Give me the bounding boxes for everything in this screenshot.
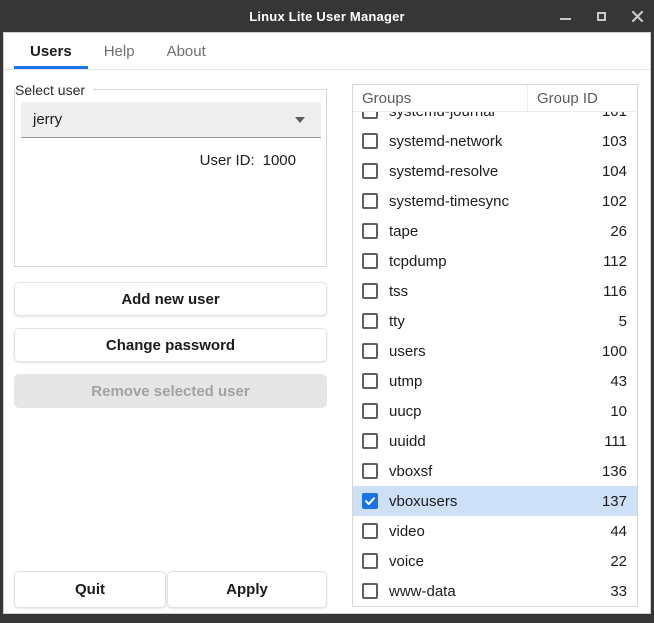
group-id: 22 <box>610 553 637 570</box>
table-row[interactable]: users100 <box>353 336 637 366</box>
select-user-label: Select user <box>15 81 93 99</box>
user-id-label: User ID: <box>200 152 255 169</box>
group-name: utmp <box>389 373 610 390</box>
tab-help[interactable]: Help <box>88 33 151 69</box>
remove-selected-user-button: Remove selected user <box>14 374 327 408</box>
chevron-down-icon <box>295 117 305 123</box>
group-name: tape <box>389 223 610 240</box>
tab-users[interactable]: Users <box>14 33 88 69</box>
group-name: www-data <box>389 583 610 600</box>
column-header-group-id[interactable]: Group ID <box>528 85 637 111</box>
group-name: systemd-journal <box>389 112 602 120</box>
checkbox-icon[interactable] <box>362 283 378 299</box>
group-id: 101 <box>602 112 637 120</box>
user-select-dropdown[interactable]: jerry <box>21 102 321 138</box>
group-name: users <box>389 343 602 360</box>
close-icon[interactable] <box>630 9 644 23</box>
window-content: Users Help About Select user jerry User … <box>3 32 651 614</box>
titlebar[interactable]: Linux Lite User Manager <box>0 0 654 32</box>
checkbox-icon[interactable] <box>362 463 378 479</box>
group-name: tss <box>389 283 603 300</box>
table-row[interactable]: vboxusers137 <box>353 486 637 516</box>
group-name: uucp <box>389 403 610 420</box>
group-id: 116 <box>603 283 637 300</box>
group-id: 102 <box>602 193 637 210</box>
group-id: 111 <box>604 433 637 450</box>
group-name: tty <box>389 313 619 330</box>
window-controls <box>558 0 644 32</box>
group-id: 137 <box>602 493 637 510</box>
checkbox-icon[interactable] <box>362 112 378 119</box>
group-id: 43 <box>610 373 637 390</box>
table-row[interactable]: vboxsf136 <box>353 456 637 486</box>
window-title: Linux Lite User Manager <box>0 0 654 32</box>
table-row[interactable]: www-data33 <box>353 576 637 606</box>
change-password-button[interactable]: Change password <box>14 328 327 362</box>
checkbox-icon[interactable] <box>362 373 378 389</box>
group-id: 104 <box>602 163 637 180</box>
user-id-row: User ID: 1000 <box>15 152 326 169</box>
checkbox-icon[interactable] <box>362 343 378 359</box>
groups-table-header: Groups Group ID <box>353 85 637 112</box>
checkbox-icon[interactable] <box>362 403 378 419</box>
table-row[interactable]: uucp10 <box>353 396 637 426</box>
group-name: systemd-resolve <box>389 163 602 180</box>
group-name: vboxsf <box>389 463 602 480</box>
table-row[interactable]: utmp43 <box>353 366 637 396</box>
checkbox-icon[interactable] <box>362 553 378 569</box>
checkbox-icon[interactable] <box>362 313 378 329</box>
group-name: video <box>389 523 610 540</box>
select-user-groupbox: Select user jerry User ID:1000 <box>14 89 327 267</box>
group-name: systemd-timesync <box>389 193 602 210</box>
checkbox-icon[interactable] <box>362 433 378 449</box>
group-name: voice <box>389 553 610 570</box>
group-id: 44 <box>610 523 637 540</box>
checkbox-icon[interactable] <box>362 133 378 149</box>
user-id-value: 1000 <box>263 152 296 169</box>
group-id: 10 <box>610 403 637 420</box>
group-id: 26 <box>610 223 637 240</box>
group-id: 33 <box>610 583 637 600</box>
group-name: systemd-network <box>389 133 602 150</box>
maximize-icon[interactable] <box>594 9 608 23</box>
checkbox-icon[interactable] <box>362 583 378 599</box>
minimize-icon[interactable] <box>558 9 572 23</box>
group-id: 100 <box>602 343 637 360</box>
group-id: 5 <box>619 313 637 330</box>
checkbox-icon[interactable] <box>362 223 378 239</box>
checkbox-icon[interactable] <box>362 163 378 179</box>
table-row[interactable]: voice22 <box>353 546 637 576</box>
table-row[interactable]: systemd-journal101 <box>353 112 637 126</box>
group-id: 112 <box>603 253 637 270</box>
tab-bar: Users Help About <box>4 33 650 70</box>
table-row[interactable]: systemd-timesync102 <box>353 186 637 216</box>
group-id: 103 <box>602 133 637 150</box>
checkbox-icon[interactable] <box>362 253 378 269</box>
quit-button[interactable]: Quit <box>14 571 166 608</box>
table-row[interactable]: tape26 <box>353 216 637 246</box>
table-row[interactable]: uuidd111 <box>353 426 637 456</box>
groups-table-body[interactable]: systemd-journal101systemd-network103syst… <box>353 112 637 606</box>
add-new-user-button[interactable]: Add new user <box>14 282 327 316</box>
table-row[interactable]: video44 <box>353 516 637 546</box>
app-window: Linux Lite User Manager Users Help About… <box>0 0 654 623</box>
group-name: uuidd <box>389 433 604 450</box>
table-row[interactable]: tty5 <box>353 306 637 336</box>
table-row[interactable]: systemd-resolve104 <box>353 156 637 186</box>
checkbox-icon[interactable] <box>362 193 378 209</box>
apply-button[interactable]: Apply <box>167 571 327 608</box>
table-row[interactable]: systemd-network103 <box>353 126 637 156</box>
selected-user-value: jerry <box>33 111 295 128</box>
tab-about[interactable]: About <box>151 33 222 69</box>
table-row[interactable]: tcpdump112 <box>353 246 637 276</box>
groups-table: Groups Group ID systemd-journal101system… <box>352 84 638 607</box>
checkbox-icon[interactable] <box>362 523 378 539</box>
group-name: vboxusers <box>389 493 602 510</box>
table-row[interactable]: tss116 <box>353 276 637 306</box>
group-name: tcpdump <box>389 253 603 270</box>
checkbox-checked-icon[interactable] <box>362 493 378 509</box>
column-header-groups[interactable]: Groups <box>353 85 528 111</box>
group-id: 136 <box>602 463 637 480</box>
